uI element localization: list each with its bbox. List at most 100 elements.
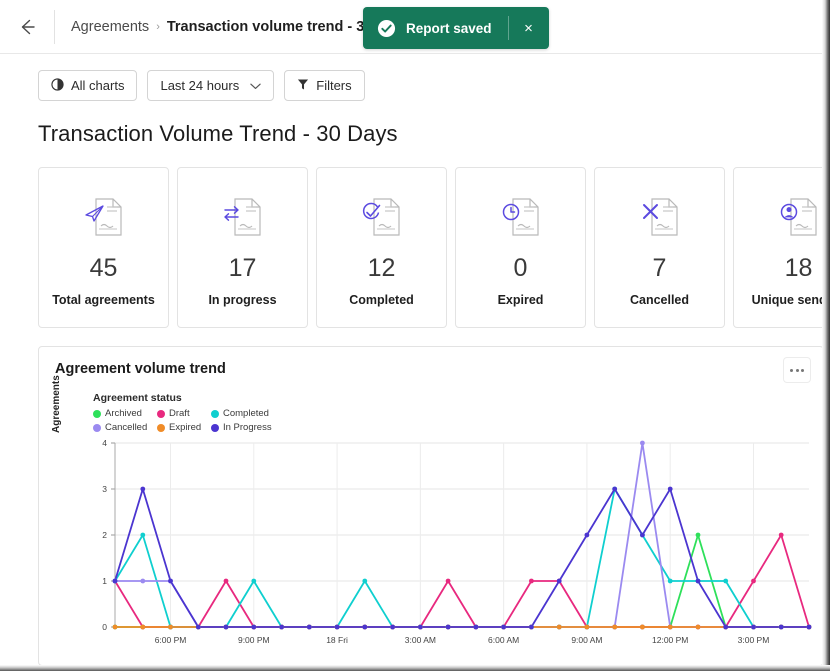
data-point-in-progress[interactable]	[556, 578, 562, 584]
data-point-in-progress[interactable]	[306, 624, 312, 630]
data-point-in-progress[interactable]	[251, 624, 257, 630]
data-point-archived[interactable]	[695, 532, 701, 538]
data-point-in-progress[interactable]	[529, 624, 534, 630]
legend-label: Cancelled	[105, 422, 148, 433]
data-point-draft[interactable]	[445, 578, 451, 584]
x-tick-label: 12:00 PM	[652, 635, 688, 645]
data-point-in-progress[interactable]	[751, 624, 756, 630]
legend-color-dot	[93, 409, 101, 418]
data-point-in-progress[interactable]	[279, 624, 284, 630]
data-point-in-progress[interactable]	[778, 624, 784, 630]
data-point-in-progress[interactable]	[640, 532, 645, 538]
legend-label: Archived	[105, 408, 142, 419]
metric-card-completed[interactable]: 12 Completed	[316, 167, 447, 328]
legend-label: In Progress	[223, 422, 272, 433]
legend-item-completed[interactable]: Completed	[211, 408, 272, 419]
data-point-in-progress[interactable]	[806, 624, 812, 630]
data-point-draft[interactable]	[529, 578, 534, 584]
time-range-select[interactable]: Last 24 hours	[147, 70, 275, 101]
data-point-in-progress[interactable]	[695, 578, 701, 584]
legend-item-draft[interactable]: Draft	[157, 408, 211, 419]
metric-label: Total agreements	[52, 293, 155, 307]
data-point-expired[interactable]	[168, 624, 173, 630]
data-point-in-progress[interactable]	[445, 624, 451, 630]
chart-legend: Agreement status Archived Draft Completed C…	[93, 392, 272, 433]
filters-button[interactable]: Filters	[284, 70, 365, 101]
data-point-draft[interactable]	[751, 578, 756, 584]
toast-close-button[interactable]: ×	[509, 7, 549, 49]
data-point-in-progress[interactable]	[112, 578, 118, 584]
metric-value: 12	[367, 254, 396, 282]
document-clock-icon	[495, 190, 547, 246]
data-point-in-progress[interactable]	[140, 486, 146, 492]
data-point-expired[interactable]	[140, 624, 146, 630]
legend-item-cancelled[interactable]: Cancelled	[93, 422, 157, 433]
metric-card-total-agreements[interactable]: 45 Total agreements	[38, 167, 169, 328]
data-point-in-progress[interactable]	[195, 624, 201, 630]
legend-item-archived[interactable]: Archived	[93, 408, 157, 419]
legend-title: Agreement status	[93, 392, 182, 404]
data-point-in-progress[interactable]	[723, 624, 729, 630]
data-point-cancelled[interactable]	[140, 578, 146, 584]
data-point-in-progress[interactable]	[223, 624, 229, 630]
metric-card-unique-senders[interactable]: 18 Unique senders	[733, 167, 830, 328]
more-options-icon	[801, 368, 804, 372]
chart-toolbar: All charts Last 24 hours Filters	[0, 54, 830, 101]
metric-card-in-progress[interactable]: 17 In progress	[177, 167, 308, 328]
all-charts-button[interactable]: All charts	[38, 70, 138, 101]
data-point-in-progress[interactable]	[612, 486, 618, 492]
legend-item-in-progress[interactable]: In Progress	[211, 422, 272, 433]
data-point-in-progress[interactable]	[168, 578, 173, 584]
more-options-icon	[790, 368, 793, 372]
y-tick-label: 1	[102, 576, 107, 586]
panel-more-options-button[interactable]	[783, 357, 811, 383]
data-point-expired[interactable]	[112, 624, 118, 630]
data-point-in-progress[interactable]	[501, 624, 506, 630]
data-point-in-progress[interactable]	[362, 624, 368, 630]
toast-message: Report saved	[406, 20, 492, 36]
data-point-expired[interactable]	[695, 624, 701, 630]
data-point-completed[interactable]	[251, 578, 257, 584]
metric-label: Unique senders	[751, 293, 830, 307]
back-button[interactable]	[0, 0, 54, 54]
data-point-completed[interactable]	[667, 578, 673, 584]
metric-card-expired[interactable]: 0 Expired	[455, 167, 586, 328]
chart-pie-icon	[51, 77, 64, 94]
breadcrumb-agreements[interactable]: Agreements	[71, 19, 149, 35]
data-point-completed[interactable]	[723, 578, 729, 584]
data-point-in-progress[interactable]	[418, 624, 423, 630]
legend-item-expired[interactable]: Expired	[157, 422, 211, 433]
metric-value: 7	[652, 254, 667, 282]
data-point-expired[interactable]	[584, 624, 590, 630]
data-point-in-progress[interactable]	[667, 486, 673, 492]
data-point-in-progress[interactable]	[473, 624, 479, 630]
legend-color-dot	[157, 423, 165, 432]
data-point-in-progress[interactable]	[334, 624, 340, 630]
legend-color-dot	[211, 423, 219, 432]
data-point-expired[interactable]	[612, 624, 618, 630]
document-exchange-icon	[217, 190, 269, 246]
legend-label: Completed	[223, 408, 269, 419]
data-point-cancelled[interactable]	[640, 440, 645, 446]
metric-value: 17	[228, 254, 257, 282]
data-point-expired[interactable]	[556, 624, 562, 630]
data-point-completed[interactable]	[362, 578, 368, 584]
line-chart[interactable]: 0 1 2 3 4 6:00 PM 9:00 PM 18 Fri 3:00 AM 6:00 AM 9…	[39, 435, 825, 665]
data-point-in-progress[interactable]	[584, 532, 590, 538]
data-point-draft[interactable]	[778, 532, 784, 538]
app-root: Agreements › Transaction volume trend - …	[0, 0, 830, 671]
arrow-left-icon	[21, 19, 35, 34]
agreement-volume-trend-panel: Agreement volume trend Agreement status …	[38, 346, 824, 666]
data-point-draft[interactable]	[223, 578, 229, 584]
metric-card-cancelled[interactable]: 7 Cancelled	[594, 167, 725, 328]
x-tick-label: 9:00 AM	[571, 635, 602, 645]
x-tick-label: 9:00 PM	[238, 635, 270, 645]
y-tick-label: 2	[102, 530, 107, 540]
report-saved-toast: Report saved ×	[363, 7, 549, 49]
data-point-completed[interactable]	[140, 532, 146, 538]
breadcrumb: Agreements › Transaction volume trend - …	[55, 19, 409, 35]
time-range-label: Last 24 hours	[160, 78, 240, 93]
data-point-expired[interactable]	[640, 624, 645, 630]
data-point-expired[interactable]	[667, 624, 673, 630]
data-point-in-progress[interactable]	[390, 624, 395, 630]
